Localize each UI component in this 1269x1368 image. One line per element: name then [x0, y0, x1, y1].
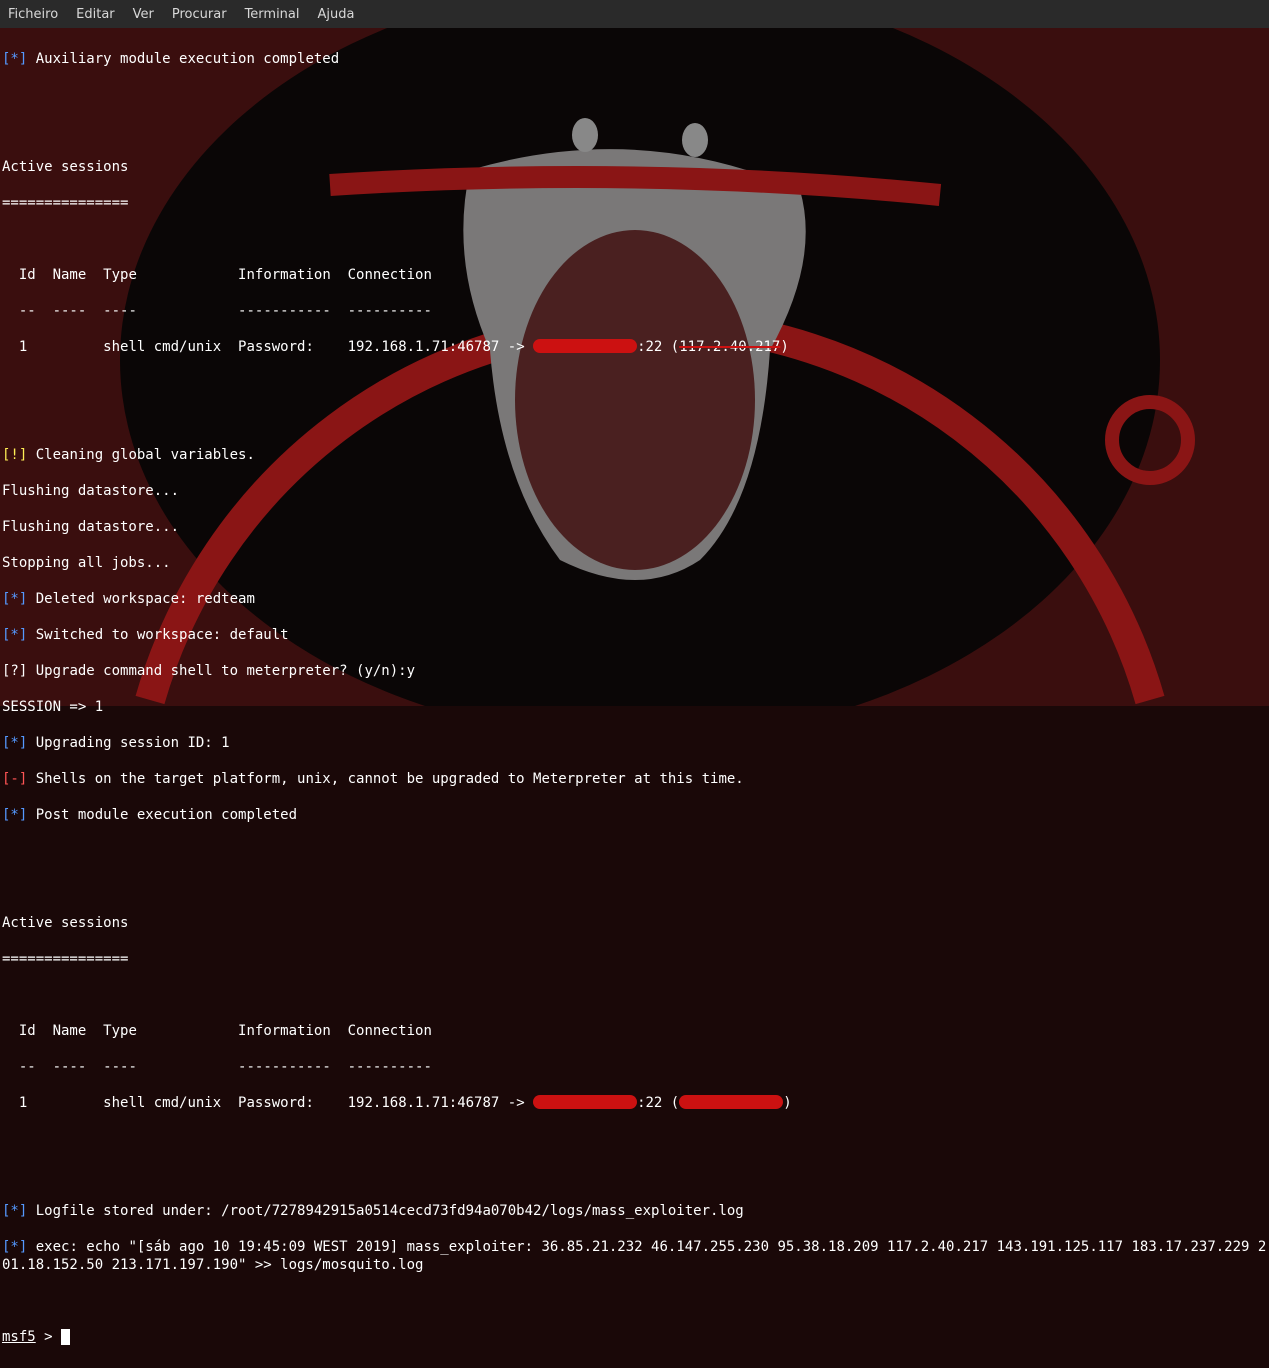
redacted-ip — [533, 1095, 637, 1109]
terminal-output[interactable]: [*] Auxiliary module execution completed… — [0, 28, 1269, 1368]
upgrading-text: Upgrading session ID: 1 — [27, 735, 229, 751]
upgrade-q-text: Upgrade command shell to meterpreter? (y… — [27, 663, 415, 679]
stopping-text: Stopping all jobs... — [2, 554, 1267, 572]
cleaning-text: Cleaning global variables. — [27, 447, 255, 463]
session-row-1b: 1 shell cmd/unix Password: 192.168.1.71:… — [2, 1094, 1267, 1112]
sessions-dash-row: -- ---- ---- ----------- ---------- — [2, 302, 1267, 320]
tag-star-icon: [*] — [2, 1203, 27, 1219]
logfile-text: Logfile stored under: /root/7278942915a0… — [27, 1203, 743, 1219]
sessions-header-row-2: Id Name Type Information Connection — [2, 1022, 1267, 1040]
active-sessions-heading: Active sessions — [2, 158, 1267, 176]
sw-ws-text: Switched to workspace: default — [27, 627, 288, 643]
menu-ficheiro[interactable]: Ficheiro — [8, 7, 58, 22]
prompt-label: msf5 — [2, 1329, 36, 1345]
menu-editar[interactable]: Editar — [76, 7, 115, 22]
prompt-line[interactable]: msf5 > — [2, 1328, 1267, 1346]
sessions-header-row: Id Name Type Information Connection — [2, 266, 1267, 284]
shells-err-text: Shells on the target platform, unix, can… — [27, 771, 743, 787]
redacted-ip — [679, 1095, 783, 1109]
menubar: Ficheiro Editar Ver Procurar Terminal Aj… — [0, 0, 1269, 28]
active-sessions-heading-2: Active sessions — [2, 914, 1267, 932]
tag-star-icon: [*] — [2, 51, 27, 67]
del-ws-text: Deleted workspace: redteam — [27, 591, 255, 607]
tag-bang-icon: [!] — [2, 447, 27, 463]
tag-star-icon: [*] — [2, 807, 27, 823]
active-sessions-underline-2: =============== — [2, 950, 1267, 968]
menu-terminal[interactable]: Terminal — [245, 7, 300, 22]
active-sessions-underline: =============== — [2, 194, 1267, 212]
tag-star-icon: [*] — [2, 591, 27, 607]
tag-star-icon: [*] — [2, 1239, 27, 1255]
redacted-ip — [533, 339, 637, 353]
aux-complete-text: Auxiliary module execution completed — [27, 51, 339, 67]
tag-star-icon: [*] — [2, 627, 27, 643]
menu-ver[interactable]: Ver — [133, 7, 154, 22]
cursor-icon — [61, 1329, 70, 1345]
session-row-1: 1 shell cmd/unix Password: 192.168.1.71:… — [2, 338, 1267, 356]
flush2-text: Flushing datastore... — [2, 518, 1267, 536]
redacted-ip-text: 117.2.40.217 — [679, 339, 780, 355]
menu-ajuda[interactable]: Ajuda — [318, 7, 355, 22]
tag-star-icon: [*] — [2, 735, 27, 751]
post-complete-text: Post module execution completed — [27, 807, 297, 823]
sessions-dash-row-2: -- ---- ---- ----------- ---------- — [2, 1058, 1267, 1076]
prompt-gt: > — [36, 1329, 61, 1345]
exec-text: exec: echo "[sáb ago 10 19:45:09 WEST 20… — [2, 1239, 1266, 1273]
menu-procurar[interactable]: Procurar — [172, 7, 227, 22]
flush1-text: Flushing datastore... — [2, 482, 1267, 500]
session-set-text: SESSION => 1 — [2, 698, 1267, 716]
tag-q-icon: [?] — [2, 663, 27, 679]
tag-minus-icon: [-] — [2, 771, 27, 787]
